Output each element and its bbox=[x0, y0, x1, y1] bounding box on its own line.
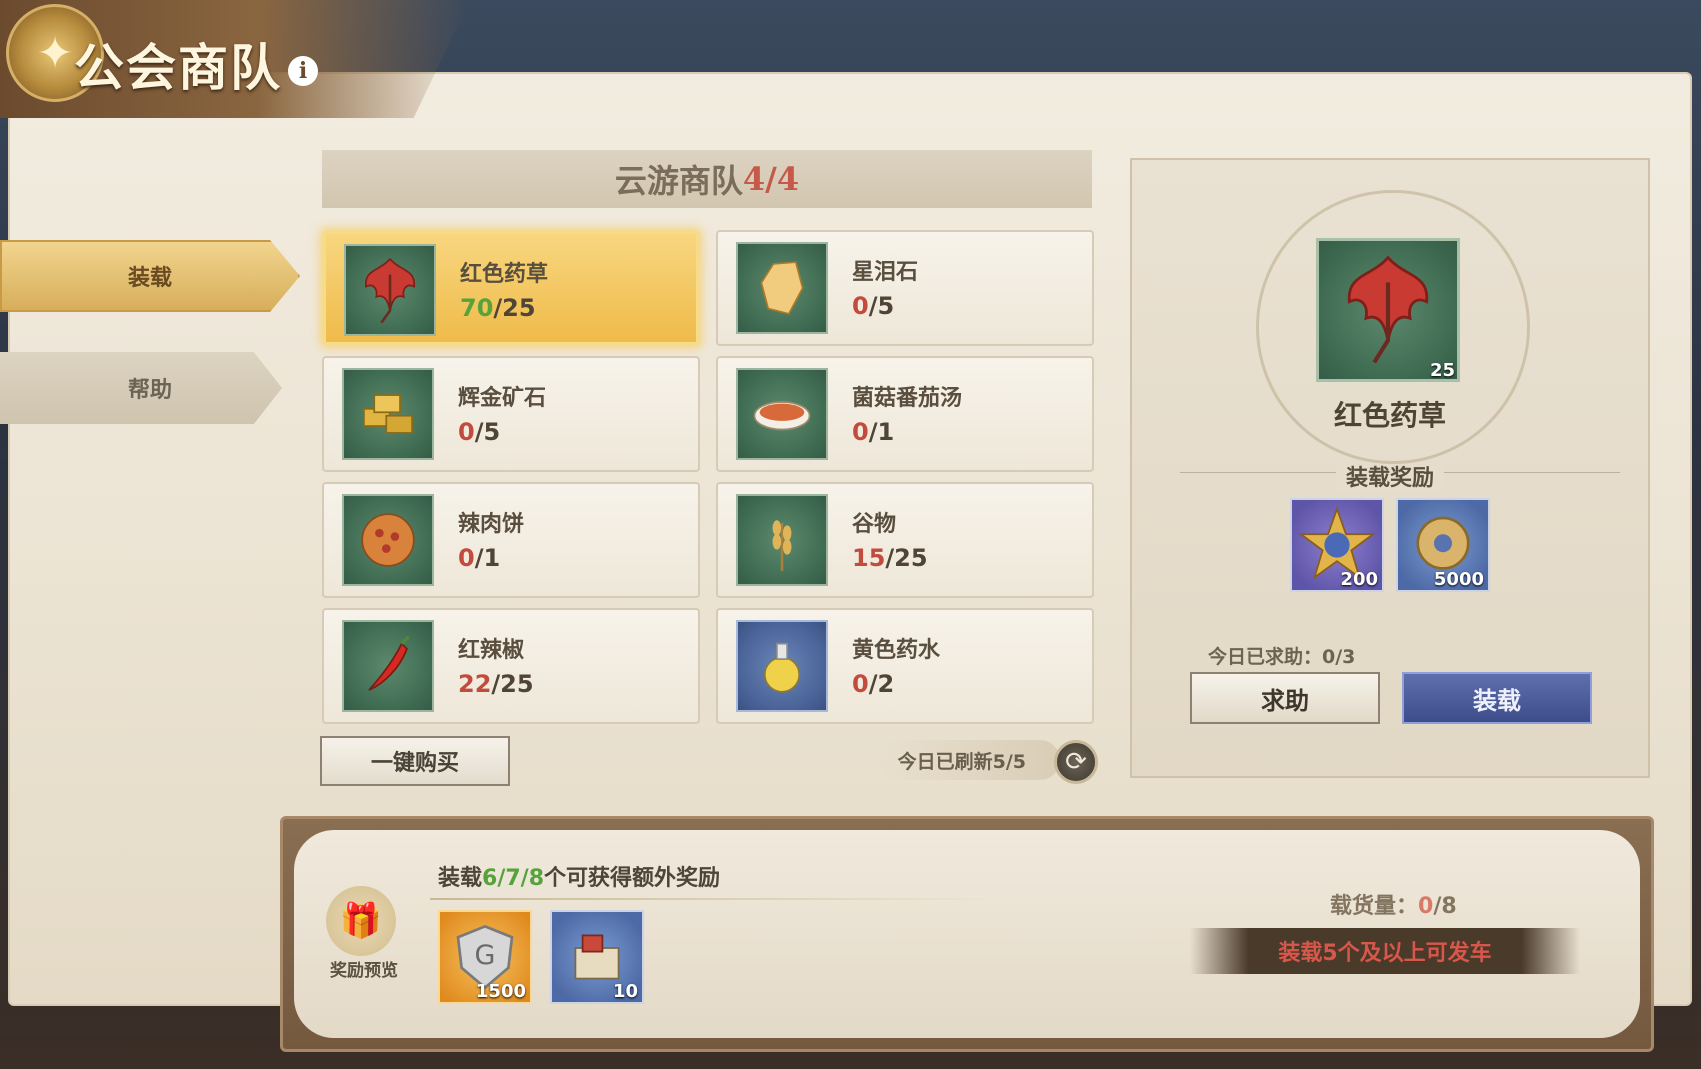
guild-shield-icon[interactable]: G 1500 bbox=[438, 910, 532, 1004]
item-card[interactable]: 谷物 15/25 bbox=[716, 482, 1094, 598]
tab-load-label: 装载 bbox=[128, 265, 173, 291]
item-card[interactable]: 辉金矿石 0/5 bbox=[322, 356, 700, 472]
reward-title: 装载奖励 bbox=[1240, 460, 1540, 492]
extra-suffix: 个可获得额外奖励 bbox=[544, 866, 721, 891]
item-name: 菌菇番茄汤 bbox=[852, 386, 963, 411]
item-need: /1 bbox=[868, 418, 895, 446]
extra-reward-text: 装载6/7/8个可获得额外奖励 bbox=[438, 860, 720, 892]
item-quantity: 0/1 bbox=[458, 544, 500, 572]
item-have: 0 bbox=[458, 544, 475, 572]
star-tear-stone-icon bbox=[736, 242, 828, 334]
item-card[interactable]: 菌菇番茄汤 0/1 bbox=[716, 356, 1094, 472]
item-have: 70 bbox=[460, 294, 494, 322]
svg-text:G: G bbox=[475, 940, 496, 971]
detail-count: 25 bbox=[1430, 360, 1456, 381]
item-have: 22 bbox=[458, 670, 492, 698]
mushroom-tomato-soup-icon bbox=[736, 368, 828, 460]
reward-count: 200 bbox=[1340, 569, 1378, 590]
item-quantity: 0/5 bbox=[852, 292, 894, 320]
tab-help[interactable]: 帮助 bbox=[0, 352, 282, 424]
grain-icon bbox=[736, 494, 828, 586]
item-card[interactable]: 辣肉饼 0/1 bbox=[322, 482, 700, 598]
reward-count: 1500 bbox=[475, 981, 526, 1002]
gold-ore-icon bbox=[342, 368, 434, 460]
cargo-capacity: 载货量：0/8 bbox=[1330, 888, 1457, 920]
tab-help-label: 帮助 bbox=[128, 377, 173, 403]
item-name: 星泪石 bbox=[852, 260, 919, 285]
item-need: /1 bbox=[474, 544, 501, 572]
item-need: /5 bbox=[868, 292, 895, 320]
item-name: 黄色药水 bbox=[852, 638, 941, 663]
caravan-count: 4/4 bbox=[742, 160, 800, 198]
cargo-label-text: 载货量： bbox=[1330, 894, 1419, 919]
detail-item-name: 红色药草 bbox=[1333, 399, 1446, 432]
buy-all-button[interactable]: 一键购买 bbox=[320, 736, 510, 786]
extra-divider bbox=[430, 898, 1000, 900]
item-quantity: 22/25 bbox=[458, 670, 534, 698]
item-need: /5 bbox=[474, 418, 501, 446]
reward-count: 10 bbox=[612, 981, 638, 1002]
item-card[interactable]: 星泪石 0/5 bbox=[716, 230, 1094, 346]
coin-icon[interactable]: 5000 bbox=[1396, 498, 1490, 592]
refresh-icon[interactable]: ⟳ bbox=[1054, 740, 1098, 784]
item-name: 红色药草 bbox=[460, 262, 549, 287]
item-quantity: 0/5 bbox=[458, 418, 500, 446]
extra-nums: 6/7/8 bbox=[482, 866, 545, 891]
item-name: 红辣椒 bbox=[458, 638, 525, 663]
red-pepper-icon bbox=[342, 620, 434, 712]
load-button[interactable]: 装载 bbox=[1402, 672, 1592, 724]
item-have: 0 bbox=[852, 292, 869, 320]
item-have: 0 bbox=[458, 418, 475, 446]
tab-load[interactable]: 装载 bbox=[0, 240, 300, 312]
help-button[interactable]: 求助 bbox=[1190, 672, 1380, 724]
cargo-max: /8 bbox=[1433, 894, 1457, 919]
item-quantity: 15/25 bbox=[852, 544, 928, 572]
item-card[interactable]: 红辣椒 22/25 bbox=[322, 608, 700, 724]
caravan-header: 云游商队 4/4 bbox=[322, 150, 1092, 208]
spicy-meat-pie-icon bbox=[342, 494, 434, 586]
item-need: /25 bbox=[885, 544, 928, 572]
reward-count: 5000 bbox=[1433, 569, 1484, 590]
refresh-status: 今日已刷新5/5 bbox=[880, 740, 1060, 780]
item-quantity: 0/2 bbox=[852, 670, 894, 698]
item-name: 辣肉饼 bbox=[458, 512, 525, 537]
reward-title-text: 装载奖励 bbox=[1335, 466, 1444, 491]
item-have: 0 bbox=[852, 670, 869, 698]
item-need: /2 bbox=[868, 670, 895, 698]
item-quantity: 0/1 bbox=[852, 418, 894, 446]
item-have: 15 bbox=[852, 544, 886, 572]
cargo-current: 0 bbox=[1418, 894, 1434, 919]
item-card[interactable]: 黄色药水 0/2 bbox=[716, 608, 1094, 724]
item-name: 辉金矿石 bbox=[458, 386, 547, 411]
item-need: /25 bbox=[493, 294, 536, 322]
caravan-label: 云游商队 bbox=[614, 162, 743, 200]
item-name: 谷物 bbox=[852, 512, 897, 537]
red-herb-icon bbox=[344, 244, 436, 336]
item-have: 0 bbox=[852, 418, 869, 446]
info-icon[interactable]: i bbox=[288, 56, 318, 86]
medal-icon[interactable]: 200 bbox=[1290, 498, 1384, 592]
yellow-potion-icon bbox=[736, 620, 828, 712]
help-status: 今日已求助：0/3 bbox=[1208, 646, 1356, 668]
depart-hint: 装载5个及以上可发车 bbox=[1190, 928, 1580, 974]
supply-crate-icon[interactable]: 10 bbox=[550, 910, 644, 1004]
item-quantity: 70/25 bbox=[460, 294, 536, 322]
item-need: /25 bbox=[491, 670, 534, 698]
item-card[interactable]: 红色药草 70/25 bbox=[322, 230, 700, 346]
page-title: 公会商队 bbox=[74, 38, 282, 97]
gift-label: 奖励预览 bbox=[330, 961, 398, 981]
gift-icon[interactable]: 🎁 bbox=[326, 886, 396, 956]
extra-prefix: 装载 bbox=[438, 866, 483, 891]
